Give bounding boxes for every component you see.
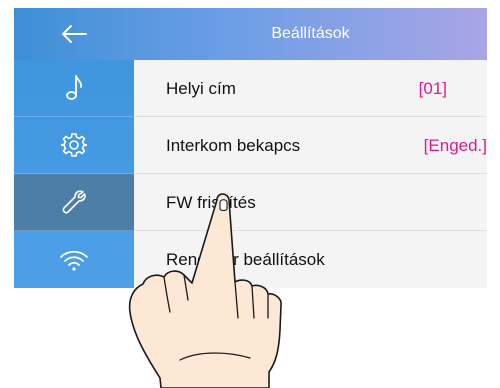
settings-list: Helyi cím [01] Interkom bekapcs [Enged.]…	[134, 60, 487, 288]
intercom-enable-label: Interkom bekapcs	[166, 136, 301, 155]
sidebar-item-network[interactable]	[14, 231, 134, 288]
settings-screen: Beállítások Helyi cím [01] Interkom beka…	[14, 8, 487, 288]
intercom-enable-value: [Enged.]	[423, 136, 487, 155]
page-title: Beállítások	[271, 25, 350, 42]
sidebar-item-settings[interactable]	[14, 117, 134, 174]
sidebar	[14, 60, 134, 288]
wrench-icon	[62, 190, 86, 214]
system-settings-label: Rendszer beállítások	[166, 250, 325, 269]
system-settings-row[interactable]: Rendszer beállítások	[134, 231, 487, 288]
arrow-left-icon	[62, 25, 87, 43]
music-note-icon	[66, 75, 83, 100]
fw-update-label: FW frissítés	[166, 193, 256, 212]
local-address-value: [01]	[418, 79, 447, 98]
sidebar-item-maintenance[interactable]	[14, 174, 134, 231]
wifi-icon	[60, 250, 88, 271]
local-address-row[interactable]: Helyi cím [01]	[134, 60, 487, 117]
local-address-label: Helyi cím	[166, 79, 236, 98]
gear-icon	[61, 133, 87, 157]
intercom-enable-row[interactable]: Interkom bekapcs [Enged.]	[134, 117, 487, 174]
sidebar-item-sound[interactable]	[14, 60, 134, 117]
back-button[interactable]	[14, 8, 134, 60]
header-bar: Beállítások	[14, 8, 487, 60]
fw-update-row[interactable]: FW frissítés	[134, 174, 487, 231]
